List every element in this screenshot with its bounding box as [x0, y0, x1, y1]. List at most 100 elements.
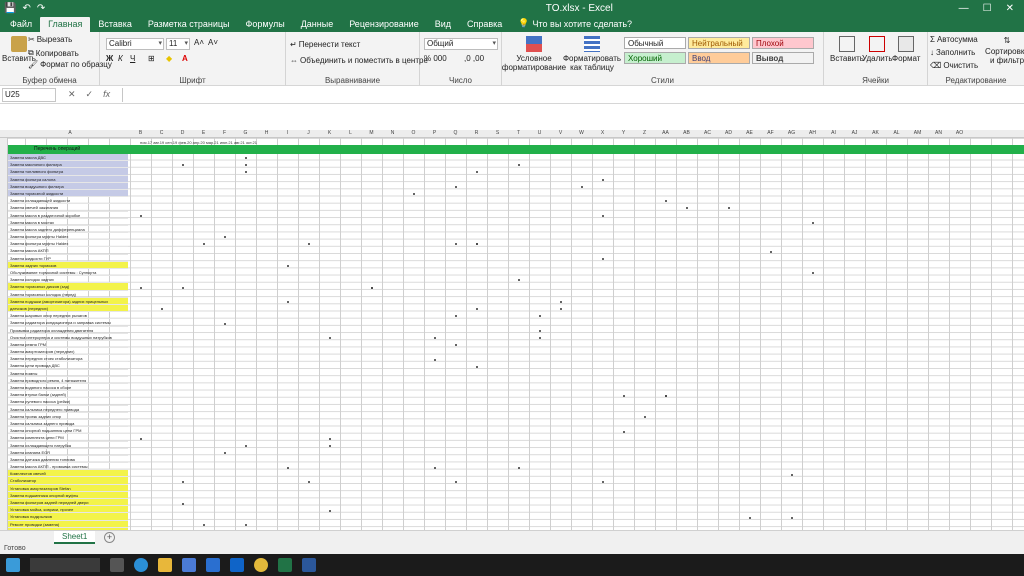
- word-icon[interactable]: [302, 558, 316, 572]
- column-header[interactable]: B: [130, 130, 151, 136]
- column-header[interactable]: K: [319, 130, 340, 136]
- row-label[interactable]: Замена троекк задних опор: [8, 413, 128, 420]
- wrap-text-button[interactable]: ↵ Перенести текст: [290, 40, 360, 49]
- column-header[interactable]: AI: [823, 130, 844, 136]
- column-header[interactable]: J: [298, 130, 319, 136]
- row-label[interactable]: Замена клапана EGR: [8, 449, 128, 456]
- style-bad[interactable]: Плохой: [752, 37, 814, 49]
- column-header[interactable]: A: [60, 130, 80, 136]
- row-label[interactable]: Замена радиатора кондиционера и заправка…: [8, 319, 128, 327]
- cancel-icon[interactable]: ✕: [68, 89, 76, 100]
- merge-center-button[interactable]: ⇔ Объединить и поместить в центре: [290, 56, 428, 65]
- format-cells-button[interactable]: Формат: [892, 36, 920, 63]
- conditional-formatting-button[interactable]: Условное форматирование: [502, 36, 566, 72]
- column-header[interactable]: G: [235, 130, 256, 136]
- row-label[interactable]: Замена водяного насоса в сборе: [8, 384, 128, 392]
- column-header[interactable]: I: [277, 130, 298, 136]
- maximize-icon[interactable]: ☐: [983, 3, 992, 14]
- column-header[interactable]: O: [403, 130, 424, 136]
- column-header[interactable]: N: [382, 130, 403, 136]
- column-header[interactable]: AM: [907, 130, 928, 136]
- autosum-button[interactable]: Σ Автосумма: [930, 35, 978, 44]
- font-size-select[interactable]: 11: [166, 38, 190, 50]
- row-label[interactable]: Замена задних тормозов: [8, 261, 128, 269]
- row-label[interactable]: Замена свечей зажигания: [8, 204, 128, 212]
- column-header[interactable]: AB: [676, 130, 697, 136]
- percent-button[interactable]: % 000: [424, 54, 447, 63]
- column-header[interactable]: S: [487, 130, 508, 136]
- row-label[interactable]: Замена опорной подшипник цепи ГРМ: [8, 427, 128, 435]
- row-label[interactable]: Замена охлаждающей жидкости: [8, 197, 128, 205]
- explorer-icon[interactable]: [158, 558, 172, 572]
- row-label[interactable]: Замена фильтра салона: [8, 175, 128, 183]
- insert-cells-button[interactable]: Вставить: [830, 36, 864, 63]
- column-header[interactable]: AK: [865, 130, 886, 136]
- row-label[interactable]: Замена тормозных дисков (зад): [8, 283, 128, 291]
- tab-view[interactable]: Вид: [427, 17, 459, 32]
- row-label[interactable]: Замена амортизаторов (передних): [8, 348, 128, 356]
- row-label[interactable]: Стабилизатор: [8, 477, 128, 485]
- tab-insert[interactable]: Вставка: [90, 17, 139, 32]
- tab-data[interactable]: Данные: [293, 17, 342, 32]
- row-label[interactable]: Замена сальника заднего привода: [8, 420, 128, 428]
- row-label[interactable]: Замена масла ДВС: [8, 154, 128, 162]
- row-label[interactable]: Замена тормозных колодок (перед): [8, 291, 128, 298]
- name-box[interactable]: U25: [2, 87, 56, 102]
- cell-grid[interactable]: [8, 138, 1024, 530]
- tab-formulas[interactable]: Формулы: [238, 17, 293, 32]
- italic-button[interactable]: К: [118, 54, 123, 63]
- column-header[interactable]: AN: [928, 130, 949, 136]
- row-label[interactable]: Замена колодок задних: [8, 276, 128, 284]
- column-header[interactable]: AE: [739, 130, 760, 136]
- taskbar-search[interactable]: [30, 558, 100, 572]
- column-header[interactable]: AO: [949, 130, 970, 136]
- column-header[interactable]: W: [571, 130, 592, 136]
- copy-button[interactable]: ⧉ Копировать: [28, 48, 79, 58]
- minimize-icon[interactable]: —: [959, 3, 969, 14]
- column-header[interactable]: AD: [718, 130, 739, 136]
- row-label[interactable]: Установка мойка, коврики, прочее: [8, 506, 128, 514]
- row-label[interactable]: датчиков (передних): [8, 304, 128, 313]
- task-view-icon[interactable]: [110, 558, 124, 572]
- style-good[interactable]: Хороший: [624, 52, 686, 64]
- style-output[interactable]: Вывод: [752, 52, 814, 64]
- row-label[interactable]: Замена комплекта цепи ГРМ: [8, 434, 128, 442]
- close-icon[interactable]: ✕: [1006, 3, 1014, 14]
- style-input[interactable]: Ввод: [688, 52, 750, 64]
- tell-me-search[interactable]: 💡 Что вы хотите сделать?: [510, 16, 640, 32]
- column-header[interactable]: U: [529, 130, 550, 136]
- row-label[interactable]: Замена масла в мостах: [8, 219, 128, 226]
- tab-review[interactable]: Рецензирование: [341, 17, 427, 32]
- column-header[interactable]: V: [550, 130, 571, 136]
- row-label[interactable]: Замена топливного фильтра: [8, 168, 128, 176]
- column-header[interactable]: D: [172, 130, 193, 136]
- column-header[interactable]: M: [361, 130, 382, 136]
- undo-icon[interactable]: ↶: [22, 3, 30, 14]
- sheet-tab[interactable]: Sheet1: [54, 531, 96, 544]
- font-name-select[interactable]: Calibri: [106, 38, 164, 50]
- mail-icon[interactable]: [206, 558, 220, 572]
- column-header[interactable]: AG: [781, 130, 802, 136]
- column-header[interactable]: X: [592, 130, 613, 136]
- decimal-buttons[interactable]: ,0 ,00: [464, 54, 484, 63]
- row-label[interactable]: Замена воздушного фильтра: [8, 182, 128, 190]
- column-header[interactable]: C: [151, 130, 172, 136]
- grow-font-button[interactable]: A˄: [194, 38, 204, 47]
- column-header[interactable]: F: [214, 130, 235, 136]
- row-label[interactable]: Замена ремня ГРМ: [8, 341, 128, 349]
- row-label[interactable]: Очистка интеркулера и системы воздушных …: [8, 334, 128, 341]
- worksheet[interactable]: A B C D E F G H I J K L M N O P Q R S T U V W X Y Z AA AB AC AD AE AF AG…: [0, 130, 1024, 530]
- row-label[interactable]: Замена подшипника опорной муфты: [8, 491, 128, 499]
- row-label[interactable]: Замена фильтра муфты Haldex: [8, 233, 128, 241]
- row-label[interactable]: Замена масла АКПП: [8, 247, 128, 255]
- row-label[interactable]: Промывка радиатора охлаждения двигателя: [8, 327, 128, 334]
- row-label[interactable]: Обслуживание тормозной системы : Суппорт…: [8, 269, 128, 277]
- tab-home[interactable]: Главная: [40, 17, 91, 32]
- column-header[interactable]: Q: [445, 130, 466, 136]
- column-header[interactable]: E: [193, 130, 214, 136]
- delete-cells-button[interactable]: Удалить: [862, 36, 893, 63]
- row-label[interactable]: Ремонт проводки (замена): [8, 520, 128, 528]
- row-label[interactable]: Замена масляного фильтра: [8, 161, 128, 169]
- insert-function-icon[interactable]: fx: [103, 89, 110, 100]
- cut-button[interactable]: ✂ Вырезать: [28, 35, 72, 44]
